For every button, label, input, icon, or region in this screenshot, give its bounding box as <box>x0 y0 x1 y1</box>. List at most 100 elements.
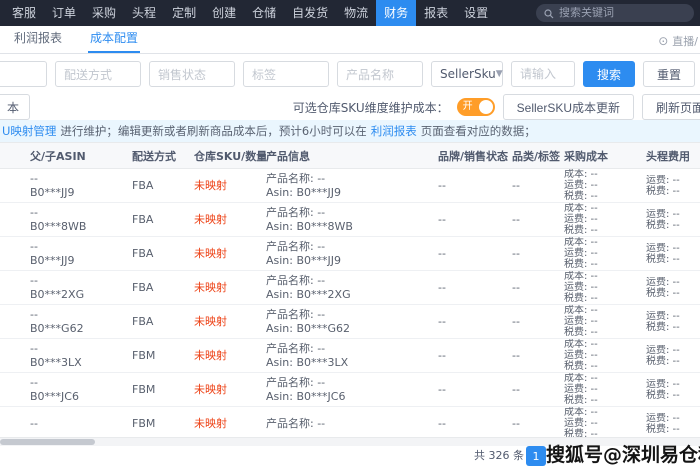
cell-first-leg-fee: 运费: -- 税费: -- <box>646 413 700 435</box>
mapping-link[interactable]: 未映射 <box>194 315 266 329</box>
cell-purchase-cost: 成本: -- 运费: -- 税费: -- <box>564 305 646 338</box>
search-button[interactable]: 搜索 <box>583 61 636 87</box>
cell-line: Asin: B0***JJ9 <box>266 185 342 199</box>
cell-line: 成本: -- <box>564 203 598 214</box>
cost-button-partial[interactable]: 本 <box>0 94 30 120</box>
nav-item-设置[interactable]: 设置 <box>456 0 496 26</box>
nav-item-定制[interactable]: 定制 <box>164 0 204 26</box>
cell-line: 成本: -- <box>564 169 598 180</box>
mapping-link[interactable]: 未映射 <box>194 179 266 193</box>
cell-line: 运费: -- <box>564 180 598 191</box>
mapping-link[interactable]: 未映射 <box>194 349 266 363</box>
cell-line: -- <box>512 212 520 226</box>
reset-button[interactable]: 重置 <box>643 61 696 87</box>
pagination-page-1-button[interactable]: 1 <box>526 446 546 466</box>
cell-purchase-cost: 成本: -- 运费: -- 税费: -- <box>564 339 646 372</box>
top-navbar: 客服 订单 采购 头程 定制 创建 仓储 自发货 物流 财务 报表 设置 <box>0 0 700 26</box>
nav-item-客服[interactable]: 客服 <box>4 0 44 26</box>
cell-line: 运费: -- <box>646 208 680 220</box>
app-window: 客服订单采购头程定制创建仓储自发货物流财务报表设置 利润报表成本配置 ⊙ 直播/… <box>0 0 700 470</box>
mapping-link[interactable]: 未映射 <box>194 213 266 227</box>
mapping-link[interactable]: 未映射 <box>194 417 266 431</box>
mapping-link[interactable]: 未映射 <box>194 281 266 295</box>
cell-line: 成本: -- <box>564 237 598 248</box>
cell-delivery: FBM <box>132 349 194 363</box>
cell-line: Asin: B0***8WB <box>266 219 353 233</box>
cell-line: 运费: -- <box>646 412 680 424</box>
filter-bar: 配送方式销售状态标签产品名称 SellerSku ▼ 搜索 重置 <box>0 54 700 94</box>
cell-first-leg-fee: 运费: -- 税费: -- <box>646 209 700 231</box>
cell-line: 运费: -- <box>564 384 598 395</box>
sku-dimension-label: 可选仓库SKU维度维护成本： <box>292 100 449 115</box>
nav-item-头程[interactable]: 头程 <box>124 0 164 26</box>
cell-line: 产品名称: -- <box>266 375 326 389</box>
cell-brand-status: -- <box>438 213 512 227</box>
cell-product-info: 产品名称: -- Asin: B0***JC6 <box>266 376 438 404</box>
cell-line: -- <box>30 205 38 219</box>
cell-category-tag: -- <box>512 417 564 431</box>
toggle-on-label: 开 <box>462 101 473 112</box>
tab-利润报表[interactable]: 利润报表 <box>12 29 64 53</box>
nav-item-仓储[interactable]: 仓储 <box>244 0 284 26</box>
nav-item-财务[interactable]: 财务 <box>376 0 417 26</box>
cell-line: B0***G62 <box>30 321 84 335</box>
cell-asin: -- B0***JJ9 <box>0 240 132 268</box>
sellersku-cost-update-button[interactable]: SellerSKU成本更新 <box>502 94 634 120</box>
tabbar-right[interactable]: ⊙ 直播/ <box>658 33 698 49</box>
notice-bar: U映射管理 进行维护；编辑更新或者刷新商品成本后，预计6小时可以在 利润报表 页… <box>0 120 700 142</box>
cell-line: 产品名称: -- <box>266 416 326 430</box>
column-header-2: 仓库SKU/数量 <box>194 149 266 163</box>
cell-first-leg-fee: 运费: -- 税费: -- <box>646 311 700 333</box>
mapping-link[interactable]: 未映射 <box>194 247 266 261</box>
filter-field-2[interactable]: 标签 <box>243 61 329 87</box>
sellersku-select-value: SellerSku <box>440 67 496 81</box>
cell-line: B0***2XG <box>30 287 85 301</box>
cell-delivery: FBA <box>132 315 194 329</box>
mapping-management-link[interactable]: U映射管理 <box>2 123 56 139</box>
cell-line: 运费: -- <box>564 350 598 361</box>
cell-line: FBM <box>132 382 156 396</box>
cell-line: -- <box>438 348 446 362</box>
cell-purchase-cost: 成本: -- 运费: -- 税费: -- <box>564 407 646 437</box>
nav-item-自发货[interactable]: 自发货 <box>284 0 336 26</box>
action-toolbar: 本 可选仓库SKU维度维护成本： 开 SellerSKU成本更新 刷新页面 <box>0 94 700 120</box>
nav-item-订单[interactable]: 订单 <box>44 0 84 26</box>
horizontal-scrollbar-thumb[interactable] <box>0 439 95 445</box>
filter-field-1[interactable]: 销售状态 <box>149 61 235 87</box>
nav-item-报表[interactable]: 报表 <box>416 0 456 26</box>
refresh-page-button[interactable]: 刷新页面 <box>642 94 700 120</box>
global-search[interactable] <box>536 4 694 22</box>
cell-line: Asin: B0***2XG <box>266 287 351 301</box>
cell-line: 税费: -- <box>564 293 598 304</box>
cell-warehouse-sku: 未映射 <box>194 247 266 261</box>
filter-field-clipped[interactable] <box>0 61 47 87</box>
cell-line: 运费: -- <box>646 344 680 356</box>
column-header-1: 配送方式 <box>132 149 176 163</box>
cell-asin: -- B0***8WB <box>0 206 132 234</box>
filter-field-3[interactable]: 产品名称 <box>337 61 423 87</box>
filter-field-0[interactable]: 配送方式 <box>55 61 141 87</box>
nav-item-采购[interactable]: 采购 <box>84 0 124 26</box>
cell-line: B0***JC6 <box>30 389 79 403</box>
nav-item-物流[interactable]: 物流 <box>336 0 376 26</box>
sku-dimension-toggle[interactable]: 开 <box>456 98 495 116</box>
column-header-4: 品牌/销售状态 <box>438 149 509 163</box>
global-search-input[interactable] <box>559 7 686 19</box>
tab-成本配置[interactable]: 成本配置 <box>88 29 141 53</box>
nav-item-创建[interactable]: 创建 <box>204 0 244 26</box>
cell-asin: -- B0***3LX <box>0 342 132 370</box>
sellersku-select[interactable]: SellerSku ▼ <box>431 61 503 87</box>
table-row: -- B0***2XG FBA 未映射 产品名称: -- Asin: B0***2XG --… <box>0 271 700 305</box>
cell-line: 运费: -- <box>564 418 598 429</box>
cell-line: 运费: -- <box>564 316 598 327</box>
mapping-link[interactable]: 未映射 <box>194 383 266 397</box>
cell-purchase-cost: 成本: -- 运费: -- 税费: -- <box>564 169 646 202</box>
keyword-input[interactable] <box>511 61 575 87</box>
cell-warehouse-sku: 未映射 <box>194 281 266 295</box>
cell-asin: -- B0***JJ9 <box>0 172 132 200</box>
cell-line: -- <box>512 246 520 260</box>
profit-report-link[interactable]: 利润报表 <box>371 123 417 139</box>
cell-line: 税费: -- <box>646 253 680 265</box>
cell-line: 产品名称: -- <box>266 239 326 253</box>
table-row: -- FBM 未映射 产品名称: -- -- -- 成本: -- 运费: -- 税费: -- 运费… <box>0 407 700 437</box>
